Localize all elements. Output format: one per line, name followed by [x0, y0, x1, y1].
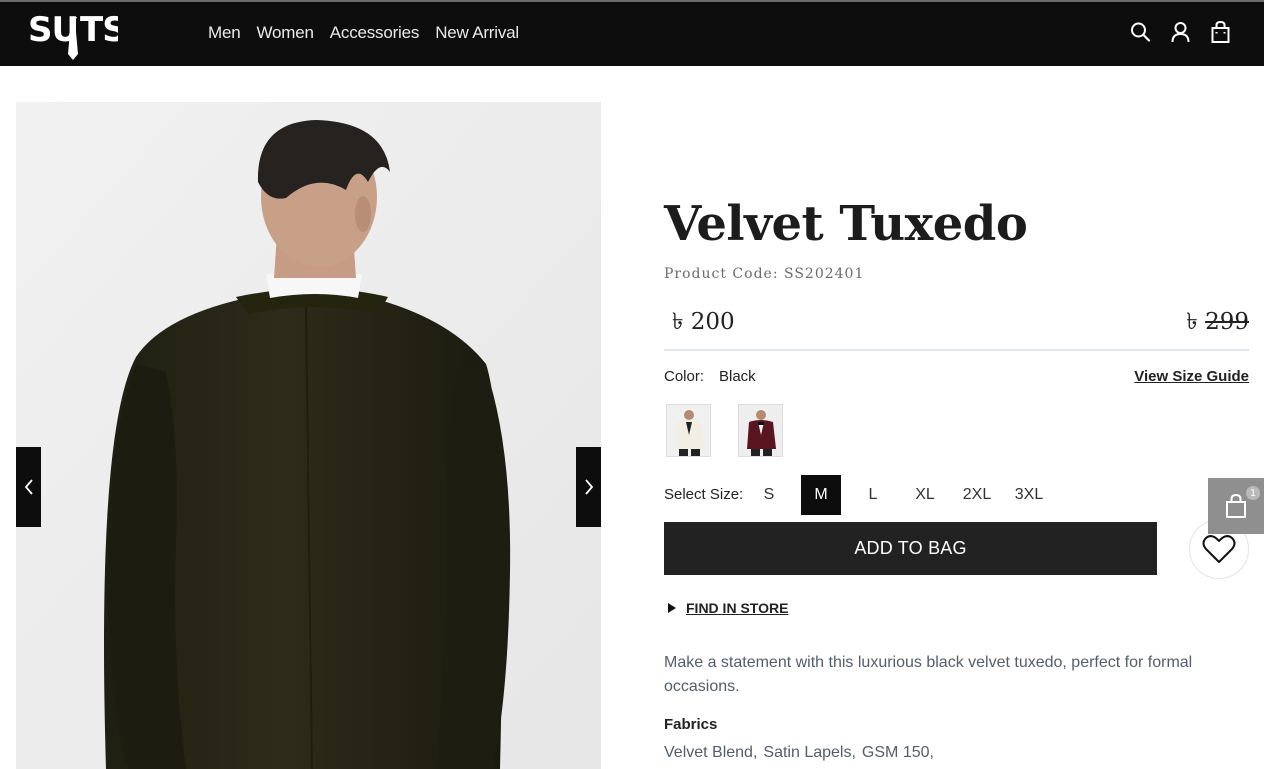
- original-price: ৳ 299: [1186, 303, 1249, 342]
- size-guide-link[interactable]: View Size Guide: [1134, 368, 1249, 385]
- gallery-prev-button[interactable]: [16, 447, 41, 527]
- fabrics-heading: Fabrics: [664, 716, 718, 733]
- color-swatch-white[interactable]: [666, 404, 711, 457]
- nav-men[interactable]: Men: [208, 23, 241, 43]
- size-label: Select Size:: [664, 486, 744, 503]
- fabrics-list: Velvet Blend, Satin Lapels, GSM 150,: [664, 744, 934, 762]
- fabric-item: Satin Lapels,: [763, 744, 856, 761]
- currency-symbol: ৳: [1186, 309, 1198, 335]
- site-header: SU TS Men Women Accessories New Arrival: [0, 2, 1264, 66]
- svg-text:TS: TS: [80, 10, 118, 50]
- color-value: Black: [719, 368, 756, 385]
- currency-symbol: ৳: [672, 309, 684, 335]
- find-in-store-label: FIND IN STORE: [686, 600, 789, 616]
- price-divider: [664, 349, 1249, 351]
- old-price-value: 299: [1205, 309, 1249, 335]
- shopping-bag-icon: [1226, 493, 1246, 518]
- heart-icon: [1202, 535, 1236, 563]
- color-label: Color:: [664, 368, 705, 385]
- fabric-item: GSM 150,: [861, 744, 934, 761]
- product-description: Make a statement with this luxurious bla…: [664, 654, 1193, 695]
- size-option-2xl[interactable]: 2XL: [957, 475, 997, 515]
- floating-cart-button[interactable]: 1: [1208, 478, 1264, 534]
- size-option-s[interactable]: S: [749, 475, 789, 515]
- product-image: [16, 102, 601, 769]
- size-option-3xl[interactable]: 3XL: [1009, 475, 1049, 515]
- price-value: 200: [690, 309, 735, 335]
- main-nav: Men Women Accessories New Arrival: [208, 2, 519, 64]
- find-in-store-link[interactable]: FIND IN STORE: [668, 600, 788, 616]
- chevron-right-icon: [584, 479, 593, 495]
- gallery-next-button[interactable]: [576, 447, 601, 527]
- nav-accessories[interactable]: Accessories: [330, 23, 420, 43]
- shopping-bag-icon[interactable]: [1210, 20, 1231, 44]
- fabric-item: Velvet Blend,: [664, 744, 758, 761]
- nav-new-arrival[interactable]: New Arrival: [435, 23, 519, 43]
- size-selector: S M L XL 2XL 3XL: [749, 475, 1049, 515]
- cart-count-badge: 1: [1246, 486, 1260, 500]
- current-price: ৳ 200: [672, 303, 735, 342]
- size-option-m[interactable]: M: [801, 475, 841, 515]
- product-code: Product Code: SS202401: [664, 266, 865, 282]
- product-gallery: [16, 102, 601, 769]
- site-logo[interactable]: SU TS: [28, 8, 127, 62]
- chevron-left-icon: [24, 479, 33, 495]
- add-to-bag-button[interactable]: ADD TO BAG: [664, 522, 1157, 575]
- header-actions: [1130, 20, 1231, 44]
- size-option-xl[interactable]: XL: [905, 475, 945, 515]
- caret-right-icon: [668, 603, 676, 613]
- size-option-l[interactable]: L: [853, 475, 893, 515]
- color-swatch-burgundy[interactable]: [738, 404, 783, 457]
- search-icon[interactable]: [1130, 20, 1151, 44]
- product-title: Velvet Tuxedo: [664, 196, 1028, 252]
- nav-women[interactable]: Women: [256, 23, 313, 43]
- user-icon[interactable]: [1170, 20, 1191, 44]
